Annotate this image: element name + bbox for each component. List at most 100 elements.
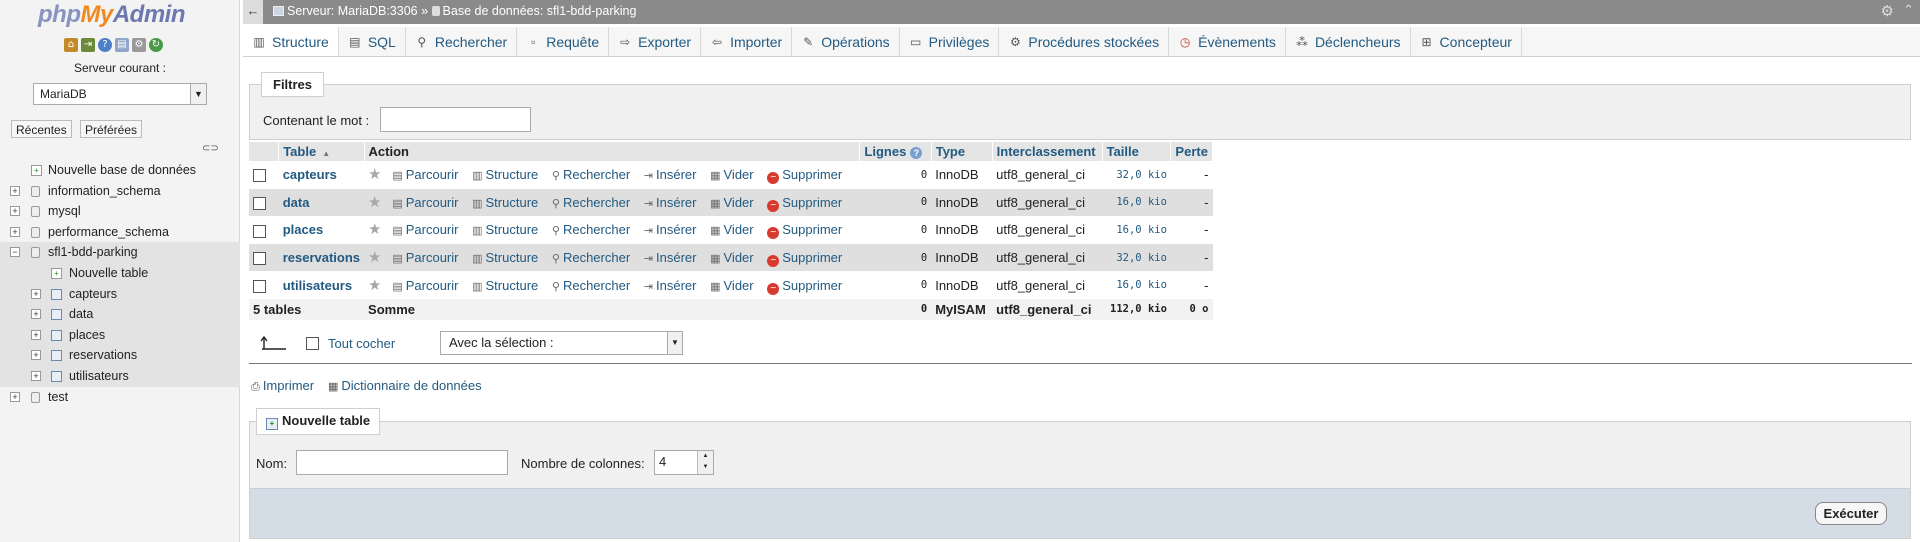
drop-link[interactable]: Supprimer xyxy=(782,222,842,237)
empty-link[interactable]: Vider xyxy=(724,250,754,265)
link-icon[interactable]: ⊂⊃ xyxy=(202,143,219,154)
table-name[interactable]: utilisateurs xyxy=(278,271,365,299)
search-link[interactable]: Rechercher xyxy=(563,250,630,265)
tab-operations[interactable]: ✎ Opérations xyxy=(792,27,900,56)
docs-icon[interactable]: ▤ xyxy=(115,38,129,52)
tree-item-utilisateurs[interactable]: + utilisateurs xyxy=(0,365,240,387)
empty-link[interactable]: Vider xyxy=(724,278,754,293)
execute-button[interactable]: Exécuter xyxy=(1815,502,1887,525)
tree-item-new-database[interactable]: + Nouvelle base de données xyxy=(0,160,240,181)
expand-icon[interactable]: + xyxy=(31,309,41,320)
help-icon[interactable]: ? xyxy=(910,147,923,159)
size-column-header[interactable]: Taille xyxy=(1102,142,1172,161)
filter-input[interactable] xyxy=(380,107,531,132)
tab-privileges[interactable]: ▭ Privilèges xyxy=(900,27,1000,56)
table-name[interactable]: capteurs xyxy=(278,161,365,189)
structure-link[interactable]: Structure xyxy=(486,222,539,237)
tab-events[interactable]: ◷ Évènements xyxy=(1169,27,1286,56)
expand-icon[interactable]: + xyxy=(31,350,41,361)
table-size[interactable]: 16,0 kio xyxy=(1102,216,1171,244)
server-select[interactable]: MariaDB ▼ xyxy=(33,83,207,105)
gear-icon[interactable]: ⚙ xyxy=(1881,2,1894,20)
favorites-tab[interactable]: Préférées xyxy=(80,120,143,138)
insert-link[interactable]: Insérer xyxy=(656,195,696,210)
collapse-icon[interactable]: − xyxy=(10,247,20,258)
browse-link[interactable]: Parcourir xyxy=(406,250,459,265)
browse-link[interactable]: Parcourir xyxy=(406,278,459,293)
structure-link[interactable]: Structure xyxy=(486,195,539,210)
table-name[interactable]: reservations xyxy=(278,243,365,272)
tab-routines[interactable]: ⚙ Procédures stockées xyxy=(999,27,1170,56)
empty-link[interactable]: Vider xyxy=(724,195,754,210)
tree-item-data[interactable]: + data xyxy=(0,304,240,325)
browse-link[interactable]: Parcourir xyxy=(406,195,459,210)
collation-column-header[interactable]: Interclassement xyxy=(992,142,1103,161)
table-size[interactable]: 16,0 kio xyxy=(1102,188,1171,217)
favorite-star-icon[interactable]: ★ xyxy=(368,249,381,266)
structure-link[interactable]: Structure xyxy=(486,167,539,182)
expand-icon[interactable]: + xyxy=(10,391,20,402)
drop-link[interactable]: Supprimer xyxy=(782,167,842,182)
browse-link[interactable]: Parcourir xyxy=(406,167,459,182)
rows-column-header[interactable]: Lignes? xyxy=(859,142,932,161)
insert-link[interactable]: Insérer xyxy=(656,167,696,182)
drop-link[interactable]: Supprimer xyxy=(782,250,842,265)
structure-link[interactable]: Structure xyxy=(486,250,539,265)
expand-icon[interactable]: + xyxy=(31,288,41,299)
favorite-star-icon[interactable]: ★ xyxy=(368,277,381,294)
table-size[interactable]: 32,0 kio xyxy=(1102,243,1171,272)
spinner-arrows-icon[interactable]: ▲ ▼ xyxy=(697,451,713,474)
insert-link[interactable]: Insérer xyxy=(656,222,696,237)
data-dictionary-link[interactable]: ▦ Dictionnaire de données xyxy=(328,378,482,393)
tree-item-reservations[interactable]: + reservations xyxy=(0,345,240,366)
table-name-input[interactable] xyxy=(296,450,508,475)
structure-link[interactable]: Structure xyxy=(486,278,539,293)
insert-link[interactable]: Insérer xyxy=(656,278,696,293)
table-name[interactable]: data xyxy=(278,188,365,217)
tab-structure[interactable]: ▥ Structure xyxy=(243,27,339,56)
columns-count-stepper[interactable]: 4 ▲ ▼ xyxy=(654,450,714,475)
tree-item-performance-schema[interactable]: + performance_schema xyxy=(0,222,240,243)
tree-item-information-schema[interactable]: + information_schema xyxy=(0,181,240,202)
tree-item-test[interactable]: + test xyxy=(0,387,240,408)
tab-sql[interactable]: ▤ SQL xyxy=(339,27,406,56)
print-link[interactable]: ⎙ Imprimer xyxy=(251,378,314,394)
help-icon[interactable]: ? xyxy=(98,38,112,52)
insert-link[interactable]: Insérer xyxy=(656,250,696,265)
row-checkbox[interactable] xyxy=(253,169,266,183)
empty-link[interactable]: Vider xyxy=(724,222,754,237)
expand-icon[interactable]: + xyxy=(31,370,41,381)
row-checkbox[interactable] xyxy=(253,279,266,293)
tab-export[interactable]: ⇨ Exporter xyxy=(609,27,702,56)
phpmyadmin-logo[interactable]: phpMyAdmin xyxy=(38,1,186,29)
check-all-label[interactable]: Tout cocher xyxy=(328,336,395,351)
tab-search[interactable]: ⚲ Rechercher xyxy=(406,27,518,56)
drop-link[interactable]: Supprimer xyxy=(782,195,842,210)
table-column-header[interactable]: Table ▲ xyxy=(278,142,365,161)
check-all-checkbox[interactable] xyxy=(306,337,319,350)
tree-item-places[interactable]: + places xyxy=(0,324,240,346)
with-selection-select[interactable]: Avec la sélection : ▼ xyxy=(440,331,683,355)
expand-icon[interactable]: + xyxy=(31,329,41,340)
row-checkbox[interactable] xyxy=(253,252,266,266)
tab-import[interactable]: ⇦ Importer xyxy=(701,27,793,56)
search-link[interactable]: Rechercher xyxy=(563,222,630,237)
search-link[interactable]: Rechercher xyxy=(563,195,630,210)
tree-item-mysql[interactable]: + mysql xyxy=(0,201,240,222)
search-link[interactable]: Rechercher xyxy=(563,278,630,293)
tree-item-sfl1-bdd-parking[interactable]: − sfl1-bdd-parking xyxy=(0,242,240,263)
settings-icon[interactable]: ⚙ xyxy=(132,38,146,52)
favorite-star-icon[interactable]: ★ xyxy=(368,194,381,211)
breadcrumb-database[interactable]: Base de données: sfl1-bdd-parking xyxy=(443,4,637,18)
recent-tab[interactable]: Récentes xyxy=(11,120,72,138)
back-arrow-icon[interactable]: ← xyxy=(243,0,263,24)
table-name[interactable]: places xyxy=(278,216,365,244)
type-column-header[interactable]: Type xyxy=(931,142,993,161)
table-size[interactable]: 32,0 kio xyxy=(1102,161,1171,189)
row-checkbox[interactable] xyxy=(253,224,266,238)
favorite-star-icon[interactable]: ★ xyxy=(368,166,381,183)
collapse-icon[interactable]: ⌃ xyxy=(1903,2,1914,18)
favorite-star-icon[interactable]: ★ xyxy=(368,221,381,238)
expand-icon[interactable]: + xyxy=(10,226,20,237)
expand-icon[interactable]: + xyxy=(10,185,20,196)
